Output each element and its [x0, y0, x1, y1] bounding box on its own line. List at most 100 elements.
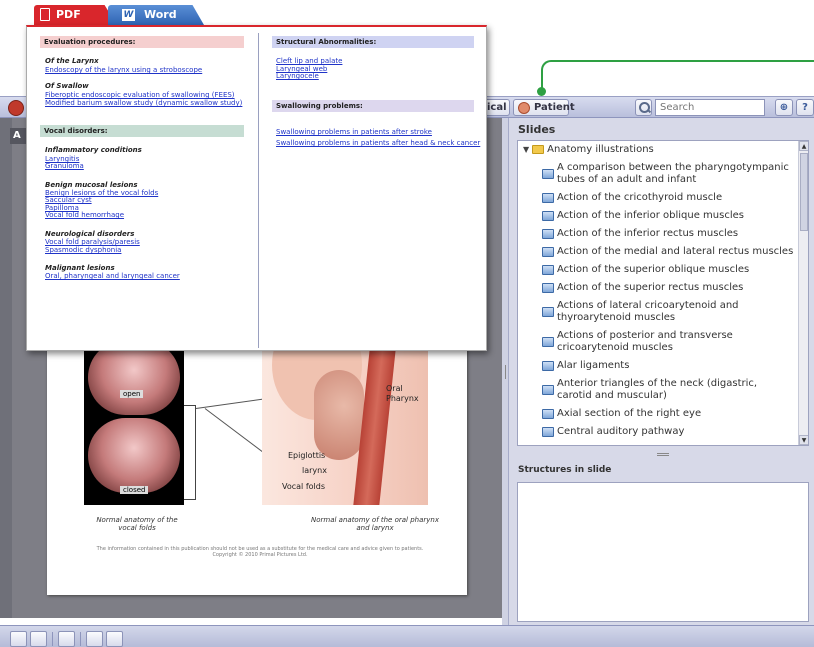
- link-swallowing-cancer[interactable]: Swallowing problems in patients after he…: [276, 139, 480, 147]
- slide-icon: [542, 229, 554, 239]
- neurological-subheading: Neurological disorders: [45, 230, 135, 238]
- slide-icon: [542, 427, 554, 437]
- vocal-folds-open-image: [88, 340, 180, 415]
- pdf-tab[interactable]: PDF: [34, 5, 117, 25]
- vocal-folds-bracket: [184, 405, 196, 500]
- caption-vocal-folds: Normal anatomy of the vocal folds: [96, 516, 178, 532]
- left-side-strip: [0, 118, 12, 618]
- popup-divider: [258, 33, 259, 348]
- slide-item[interactable]: Action of the superior rectus muscles: [542, 279, 794, 297]
- toolbar-separator: [52, 632, 53, 646]
- horizontal-splitter-grip[interactable]: [657, 453, 669, 456]
- link-swallowing-stroke[interactable]: Swallowing problems in patients after st…: [276, 128, 432, 136]
- image-icon[interactable]: [86, 631, 103, 647]
- link-vocal-fold-hemorrhage[interactable]: Vocal fold hemorrhage: [45, 211, 124, 219]
- vocal-folds-label: Vocal folds: [282, 482, 325, 491]
- slide-item-label: Anterior triangles of the neck (digastri…: [557, 378, 758, 401]
- vocal-folds-closed-image: [88, 418, 180, 493]
- link-laryngocele[interactable]: Laryngocele: [276, 72, 319, 80]
- clinical-tab-button[interactable]: ical: [484, 99, 510, 116]
- evaluation-header: Evaluation procedures:: [40, 36, 244, 48]
- edit-icon[interactable]: [58, 631, 75, 647]
- epiglottis-label: Epiglottis: [288, 451, 326, 460]
- word-tab-label: Word: [144, 8, 177, 21]
- pdf-tab-label: PDF: [56, 8, 81, 21]
- slide-icon: [542, 385, 554, 395]
- structures-list[interactable]: [517, 482, 809, 622]
- structural-header: Structural Abnormalities:: [272, 36, 474, 48]
- zoom-icon[interactable]: [106, 631, 123, 647]
- slide-icon: [542, 193, 554, 203]
- slides-title: Slides: [518, 123, 556, 136]
- scroll-up-icon[interactable]: ▲: [799, 141, 808, 151]
- print-icon[interactable]: [10, 631, 27, 647]
- inflammatory-subheading: Inflammatory conditions: [45, 146, 142, 154]
- slide-item[interactable]: Alar ligaments: [542, 357, 794, 375]
- slide-item[interactable]: Anterior triangles of the neck (digastri…: [542, 375, 794, 405]
- throat-shape: [314, 370, 364, 460]
- app-menu-icon[interactable]: [8, 100, 24, 116]
- bottom-toolbar: [0, 625, 814, 647]
- scroll-down-icon[interactable]: ▼: [799, 435, 808, 445]
- help-icon[interactable]: ?: [796, 99, 814, 116]
- link-fees[interactable]: Fiberoptic endoscopic evaluation of swal…: [45, 91, 235, 99]
- link-barium-swallow[interactable]: Modified barium swallow study (dynamic s…: [45, 99, 242, 107]
- slide-item[interactable]: Action of the inferior oblique muscles: [542, 207, 794, 225]
- globe-icon[interactable]: ⊕: [775, 99, 793, 116]
- slide-item[interactable]: Action of the cricothyroid muscle: [542, 189, 794, 207]
- disclaimer-text: The information contained in this public…: [96, 546, 424, 558]
- scroll-thumb[interactable]: [800, 153, 808, 231]
- link-endoscopy[interactable]: Endoscopy of the larynx using a strobosc…: [45, 66, 202, 74]
- slide-icon: [542, 283, 554, 293]
- slide-item[interactable]: Action of the medial and lateral rectus …: [542, 243, 794, 261]
- slide-item[interactable]: Actions of lateral cricoarytenoid and th…: [542, 297, 794, 327]
- link-cancer[interactable]: Oral, pharyngeal and laryngeal cancer: [45, 272, 180, 280]
- slide-item-label: Actions of posterior and transverse cric…: [557, 330, 733, 353]
- slide-item-label: Central auditory pathway: [557, 426, 685, 437]
- slide-icon: [542, 211, 554, 221]
- callout-line: [541, 60, 814, 90]
- tree-root-anatomy[interactable]: ▼ Anatomy illustrations: [523, 144, 654, 155]
- slide-item-label: Action of the inferior oblique muscles: [557, 210, 744, 221]
- word-icon: W: [122, 9, 135, 21]
- patient-icon: [518, 102, 530, 114]
- slide-item-label: Action of the medial and lateral rectus …: [557, 246, 794, 257]
- slide-icon: [542, 265, 554, 275]
- link-spasmodic-dysphonia[interactable]: Spasmodic dysphonia: [45, 246, 121, 254]
- slide-item-label: A comparison between the pharyngotympani…: [557, 162, 789, 185]
- slide-icon: [542, 337, 554, 347]
- pharynx-illustration: [262, 340, 428, 505]
- slide-item[interactable]: Action of the inferior rectus muscles: [542, 225, 794, 243]
- slide-item[interactable]: Action of the superior oblique muscles: [542, 261, 794, 279]
- search-icon[interactable]: [635, 99, 652, 116]
- vocal-disorders-header: Vocal disorders:: [40, 125, 244, 137]
- toolbar-separator: [80, 632, 81, 646]
- slide-icon: [542, 169, 554, 179]
- expand-arrow-icon[interactable]: ▼: [523, 145, 529, 154]
- caption-oral-pharynx: Normal anatomy of the oral pharynx and l…: [311, 516, 439, 532]
- closed-label: closed: [120, 486, 149, 494]
- patient-tab-button[interactable]: Patient: [513, 99, 575, 116]
- slides-scrollbar[interactable]: ▲ ▼: [798, 141, 808, 445]
- slide-icon: [542, 307, 554, 317]
- link-cleft-lip[interactable]: Cleft lip and palate: [276, 57, 342, 65]
- tree-root-label: Anatomy illustrations: [547, 144, 654, 155]
- slide-item-label: Action of the superior rectus muscles: [557, 282, 744, 293]
- slide-item[interactable]: Central auditory pathway: [542, 423, 794, 441]
- link-saccular-cyst[interactable]: Saccular cyst: [45, 196, 92, 204]
- open-label: open: [120, 390, 144, 398]
- word-tab[interactable]: W Word: [108, 5, 204, 25]
- slide-icon: [542, 361, 554, 371]
- callout-dot: [537, 87, 546, 96]
- search-input[interactable]: [655, 99, 765, 116]
- slide-item[interactable]: A comparison between the pharyngotympani…: [542, 159, 794, 189]
- swallow-subheading: Of Swallow: [45, 82, 89, 90]
- link-granuloma[interactable]: Granuloma: [45, 162, 84, 170]
- slide-item[interactable]: Actions of posterior and transverse cric…: [542, 327, 794, 357]
- slide-item[interactable]: Axial section of the right eye: [542, 405, 794, 423]
- splitter-grip[interactable]: [505, 365, 506, 379]
- link-vocal-fold-paralysis[interactable]: Vocal fold paralysis/paresis: [45, 238, 140, 246]
- slides-tree[interactable]: ▼ Anatomy illustrations A comparison betw…: [517, 140, 809, 446]
- save-icon[interactable]: [30, 631, 47, 647]
- structures-title: Structures in slide: [518, 465, 612, 475]
